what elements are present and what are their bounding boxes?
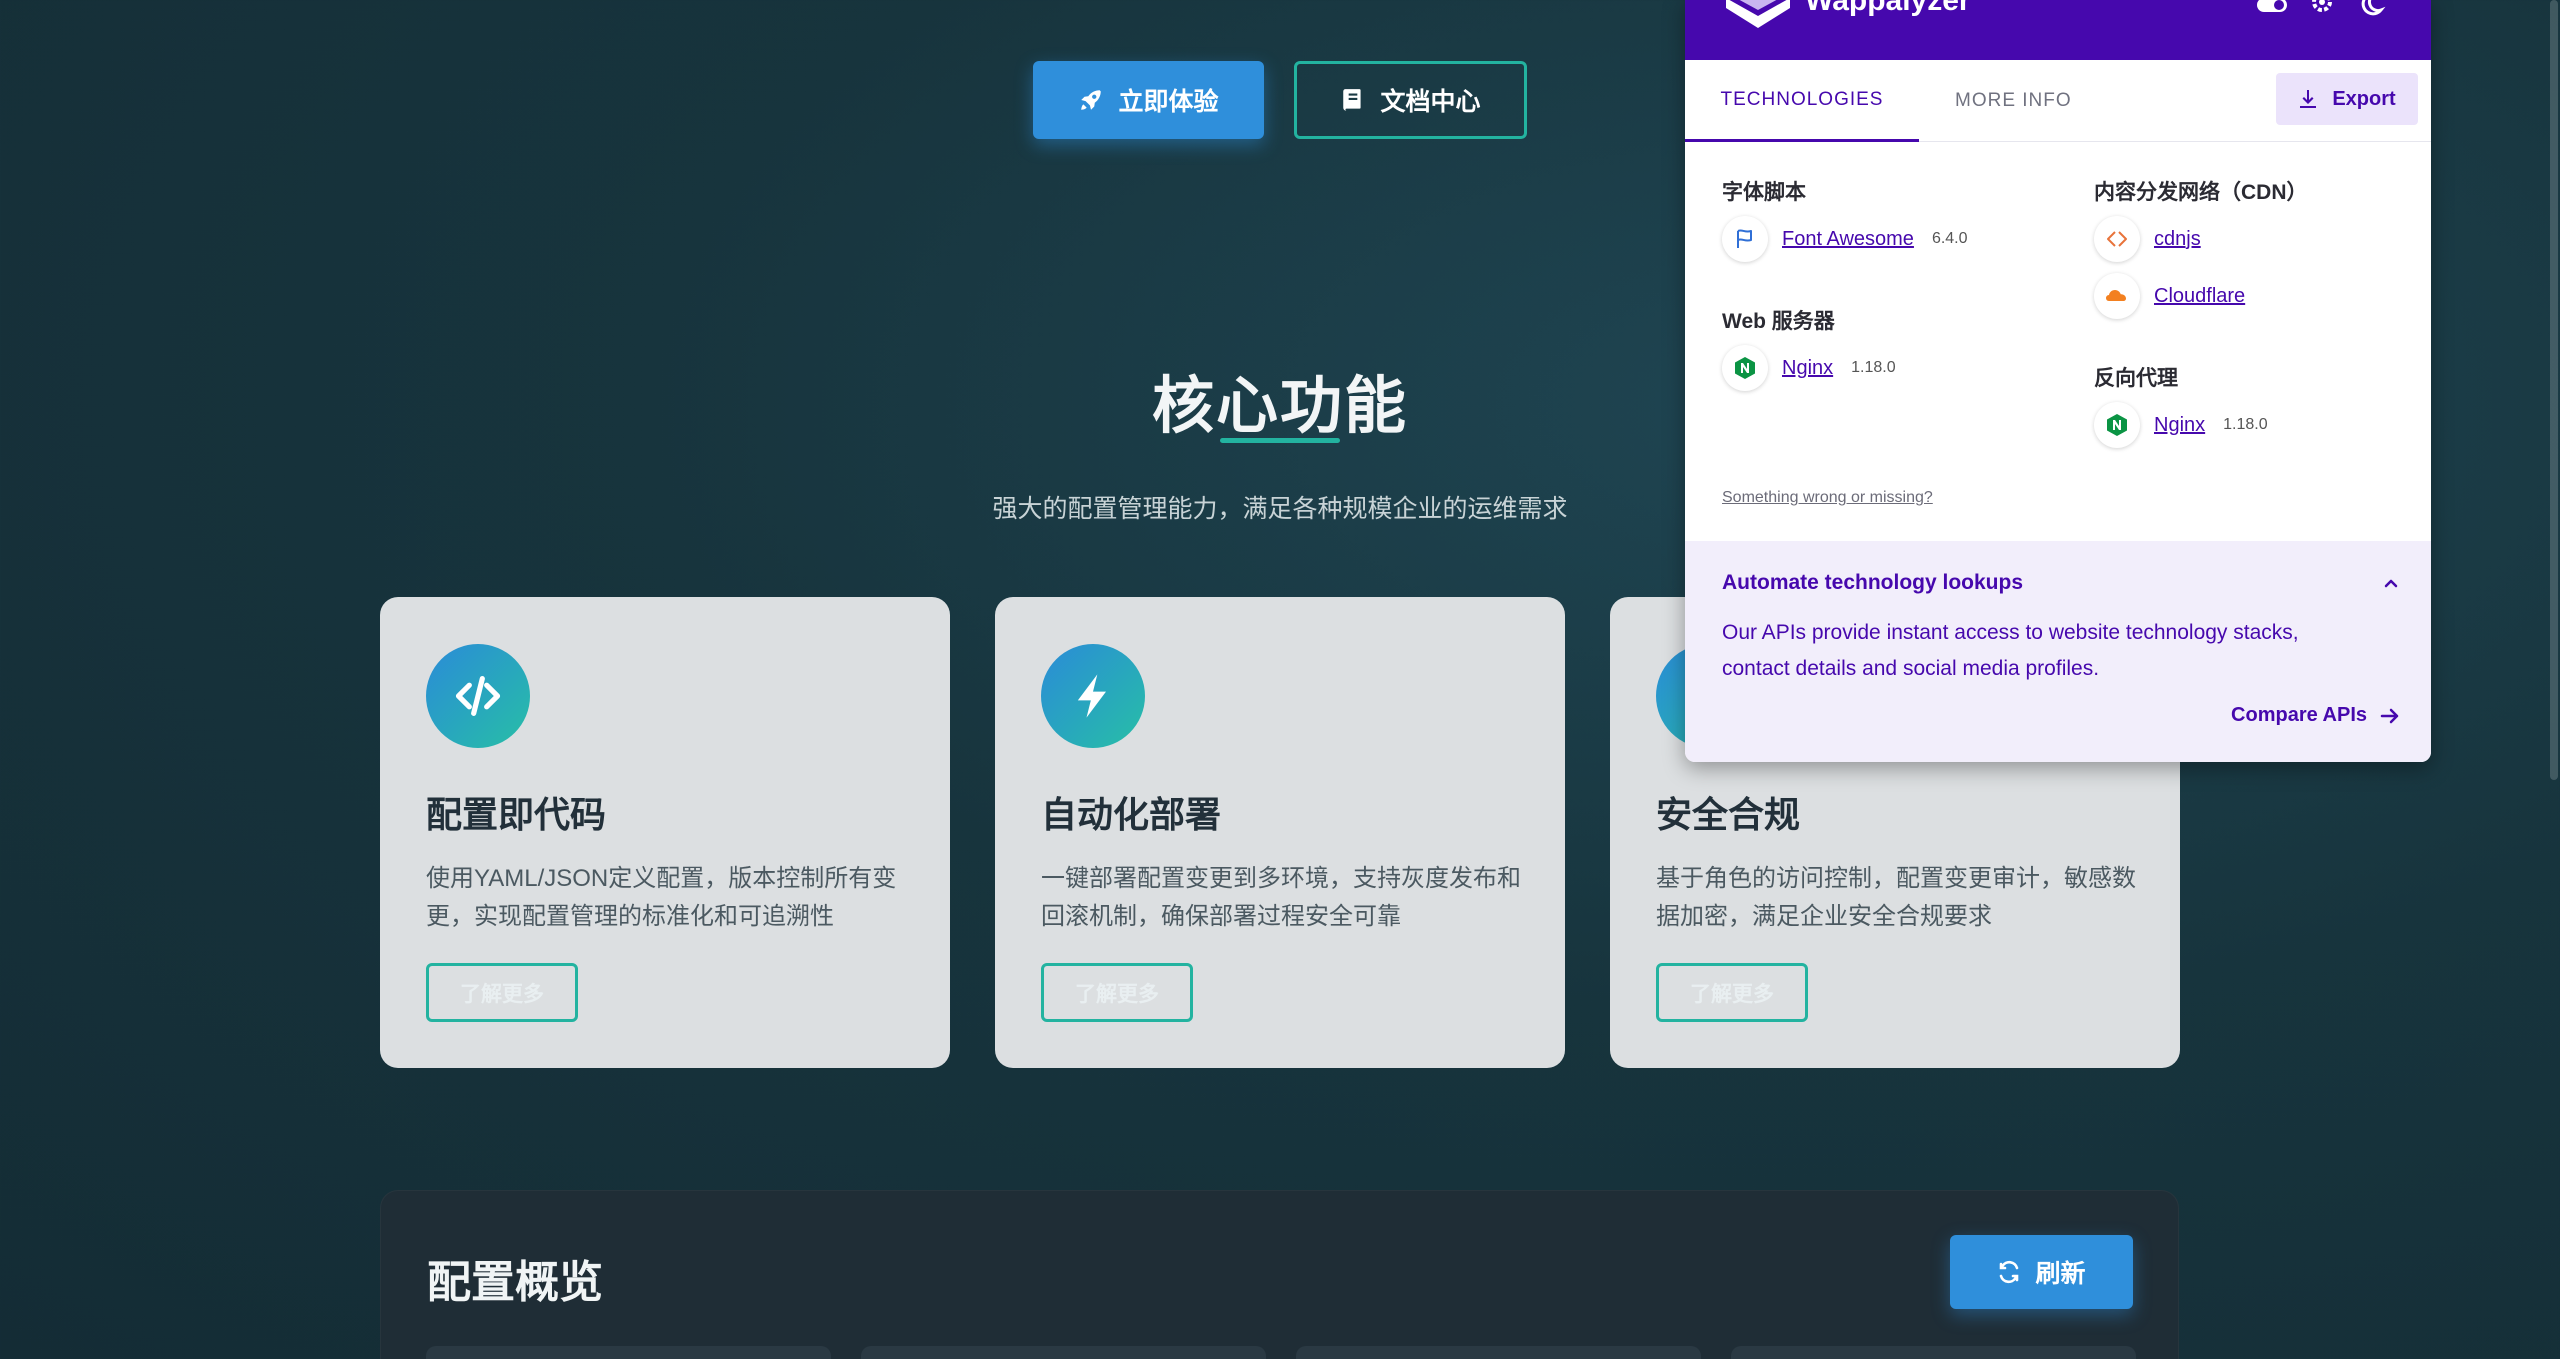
- promo-title[interactable]: Automate technology lookups: [1722, 571, 2023, 595]
- wappalyzer-header: Wappalyzer: [1685, 0, 2431, 60]
- font-awesome-flag-icon: [1722, 216, 1768, 262]
- learn-more-button[interactable]: 了解更多: [426, 963, 578, 1022]
- page-scrollbar[interactable]: [2548, 0, 2560, 1359]
- tech-version: 1.18.0: [2223, 416, 2268, 433]
- tech-name[interactable]: Font Awesome: [1782, 228, 1914, 251]
- compare-apis-link[interactable]: Compare APIs: [2231, 704, 2401, 727]
- wappalyzer-popup: Wappalyzer TECHNOLOGIES MORE INFO Export…: [1685, 0, 2431, 762]
- card-description: 基于角色的访问控制，配置变更审计，敏感数据加密，满足企业安全合规要求: [1656, 865, 2136, 930]
- card-title: 安全合规: [1656, 794, 1801, 835]
- tech-item-cloudflare[interactable]: Cloudflare: [2094, 273, 2245, 319]
- tech-item-nginx-proxy[interactable]: Nginx 1.18.0: [2094, 402, 2268, 448]
- code-icon: [426, 644, 530, 748]
- category-cdn: 内容分发网络（CDN）: [2094, 181, 2308, 204]
- book-icon: [1343, 89, 1362, 111]
- nginx-icon: [2094, 402, 2140, 448]
- card-description: 使用YAML/JSON定义配置，版本控制所有变更，实现配置管理的标准化和可追溯性: [426, 865, 897, 930]
- refresh-label: 刷新: [2035, 1260, 2086, 1288]
- docs-center-button[interactable]: 文档中心: [1294, 61, 1527, 139]
- wappalyzer-logo-icon: [1726, 0, 1790, 28]
- overview-stat-card: [1296, 1346, 1701, 1359]
- category-web-servers: Web 服务器: [1722, 310, 1835, 333]
- tech-item-cdnjs[interactable]: cdnjs: [2094, 216, 2201, 262]
- tab-more-info[interactable]: MORE INFO: [1955, 60, 2072, 142]
- feature-card-config-as-code: 配置即代码 使用YAML/JSON定义配置，版本控制所有变更，实现配置管理的标准…: [380, 597, 950, 1068]
- cdnjs-icon: [2094, 216, 2140, 262]
- wappalyzer-tabs: TECHNOLOGIES MORE INFO Export: [1685, 60, 2431, 142]
- refresh-button[interactable]: 刷新: [1950, 1235, 2133, 1309]
- learn-more-button[interactable]: 了解更多: [1041, 963, 1193, 1022]
- tech-version: 1.18.0: [1851, 359, 1896, 376]
- export-label: Export: [2332, 87, 2396, 110]
- arrow-right-icon: [2380, 708, 2399, 723]
- overview-stat-card: [861, 1346, 1266, 1359]
- card-description: 一键部署配置变更到多环境，支持灰度发布和回滚机制，确保部署过程安全可靠: [1041, 865, 1521, 930]
- export-button[interactable]: Export: [2276, 73, 2418, 125]
- refresh-icon: [2000, 1260, 2019, 1284]
- tech-name[interactable]: Cloudflare: [2154, 285, 2245, 308]
- rocket-icon: [1081, 90, 1102, 110]
- feature-card-auto-deploy: 自动化部署 一键部署配置变更到多环境，支持灰度发布和回滚机制，确保部署过程安全可…: [995, 597, 1565, 1068]
- config-overview-panel: 配置概览 刷新: [380, 1190, 2179, 1359]
- overview-stat-card: [426, 1346, 831, 1359]
- category-font-scripts: 字体脚本: [1722, 181, 1806, 204]
- tech-name[interactable]: Nginx: [1782, 357, 1833, 380]
- category-reverse-proxy: 反向代理: [2094, 367, 2178, 390]
- overview-title: 配置概览: [427, 1258, 603, 1307]
- bolt-icon: [1041, 644, 1145, 748]
- docs-center-label: 文档中心: [1380, 88, 1481, 116]
- card-title: 配置即代码: [426, 794, 607, 835]
- promo-text: Our APIs provide instant access to websi…: [1722, 621, 2299, 680]
- download-icon: [2300, 90, 2317, 108]
- tab-technologies[interactable]: TECHNOLOGIES: [1685, 60, 1919, 142]
- wappalyzer-brand: Wappalyzer: [1805, 0, 1971, 17]
- learn-more-button[interactable]: 了解更多: [1656, 963, 1808, 1022]
- api-promo-panel: Automate technology lookups Our APIs pro…: [1685, 541, 2431, 762]
- tech-name[interactable]: cdnjs: [2154, 228, 2201, 251]
- gear-icon[interactable]: [2305, 0, 2339, 20]
- tech-version: 6.4.0: [1931, 230, 1968, 247]
- title-underline: [1220, 438, 1340, 443]
- overview-stat-card: [1731, 1346, 2136, 1359]
- scrollbar-thumb[interactable]: [2550, 0, 2558, 780]
- try-now-label: 立即体验: [1118, 88, 1219, 116]
- compare-apis-label: Compare APIs: [2231, 704, 2367, 726]
- toggle-icon[interactable]: [2255, 0, 2289, 20]
- tech-item-font-awesome[interactable]: Font Awesome 6.4.0: [1722, 216, 1968, 262]
- nginx-icon: [1722, 345, 1768, 391]
- card-title: 自动化部署: [1041, 794, 1222, 835]
- tech-item-nginx[interactable]: Nginx 1.18.0: [1722, 345, 1896, 391]
- moon-icon[interactable]: [2355, 0, 2389, 20]
- try-now-button[interactable]: 立即体验: [1033, 61, 1264, 139]
- tech-name[interactable]: Nginx: [2154, 414, 2205, 437]
- something-wrong-link[interactable]: Something wrong or missing?: [1722, 489, 1933, 507]
- chevron-up-icon[interactable]: [2381, 573, 2401, 593]
- cloudflare-icon: [2094, 273, 2140, 319]
